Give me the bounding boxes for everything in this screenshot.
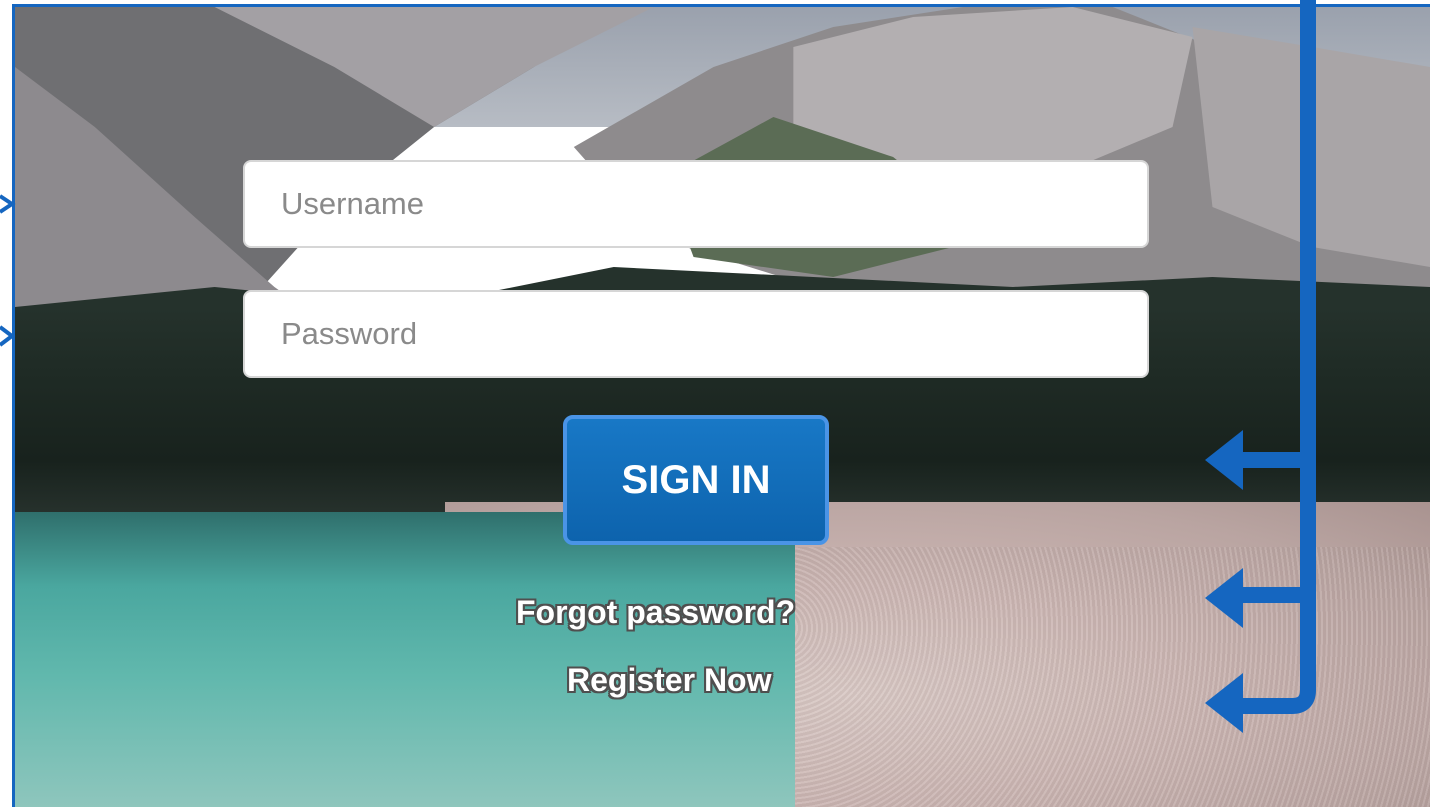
left-arrow-icon-username	[0, 194, 16, 214]
lake	[15, 512, 795, 807]
forgot-password-link[interactable]: Forgot password?	[516, 594, 795, 631]
password-input[interactable]	[243, 290, 1149, 378]
register-now-link[interactable]: Register Now	[567, 662, 771, 699]
username-input[interactable]	[243, 160, 1149, 248]
left-arrow-icon-password	[0, 325, 16, 347]
sign-in-button[interactable]: SIGN IN	[563, 415, 829, 545]
